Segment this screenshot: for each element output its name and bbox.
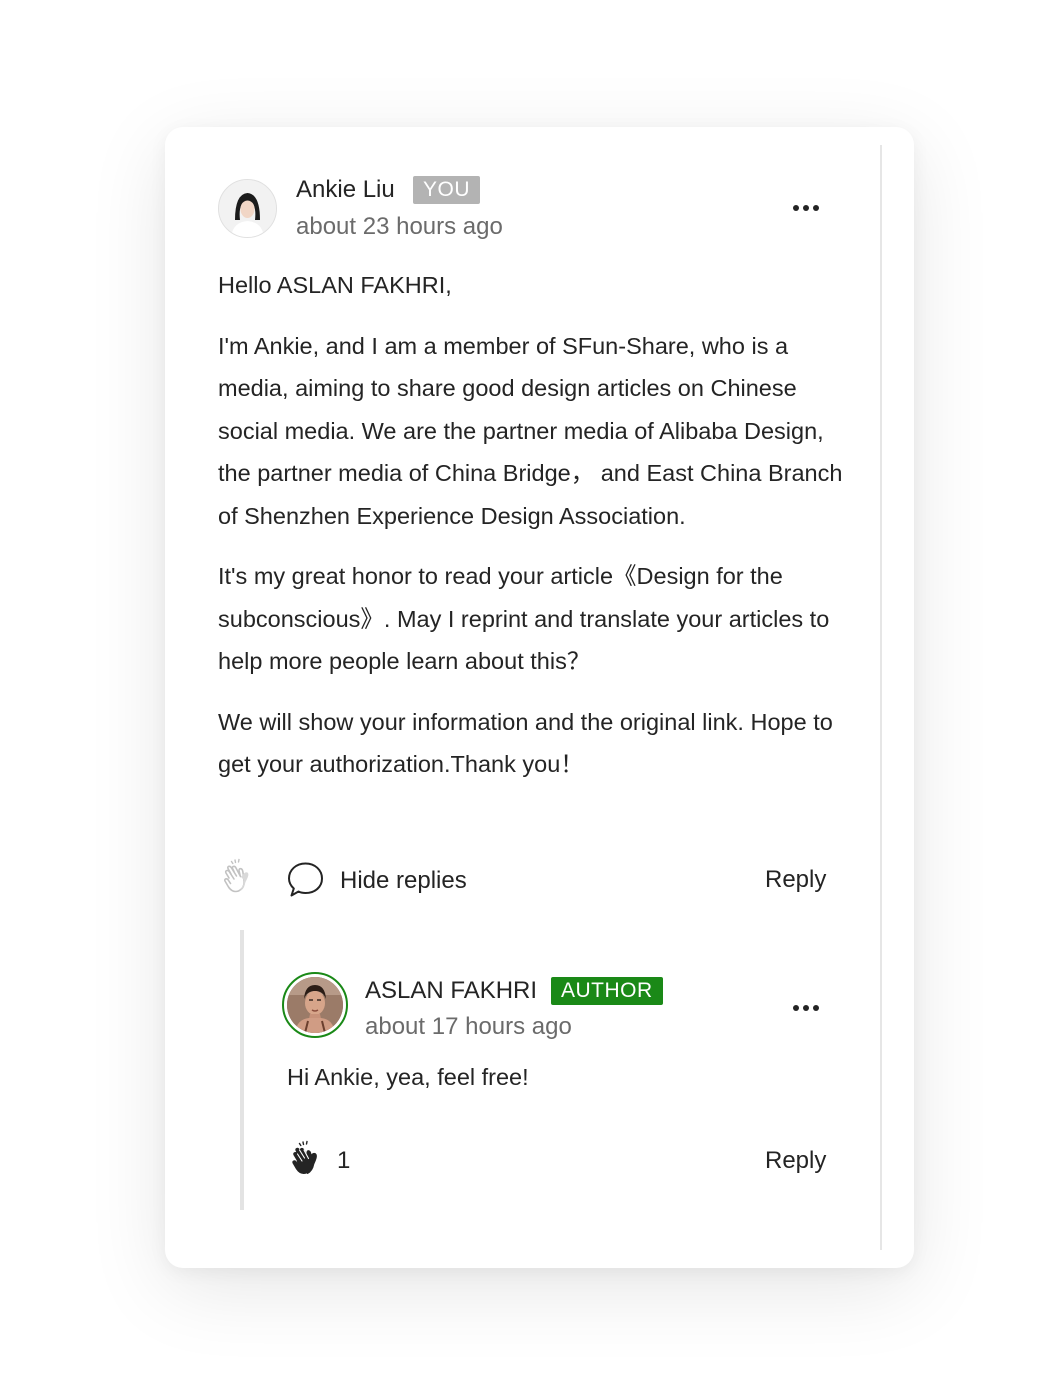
more-dot-icon	[813, 1005, 819, 1011]
reply-body: Hi Ankie, yea, feel free!	[287, 1064, 529, 1090]
comment-paragraph: Hello ASLAN FAKHRI,	[218, 272, 452, 298]
reply-author-name[interactable]: ASLAN FAKHRI	[365, 977, 537, 1005]
clap-filled-icon	[292, 1140, 317, 1174]
more-dot-icon	[803, 1005, 809, 1011]
comment-body: Hello ASLAN FAKHRI, I'm Ankie, and I am …	[218, 264, 858, 804]
reply-clap-count: 1	[337, 1147, 351, 1174]
more-dot-icon	[793, 205, 799, 211]
comment-paragraph: We will show your information and the or…	[218, 708, 833, 778]
responses-button[interactable]	[287, 861, 325, 899]
comment-timestamp[interactable]: about 23 hours ago	[296, 213, 503, 241]
you-badge: YOU	[413, 176, 481, 204]
hide-replies-button[interactable]: Hide replies	[340, 867, 467, 895]
reply-thread-line	[240, 930, 244, 1210]
clap-button[interactable]	[220, 858, 258, 896]
reply-reply-button[interactable]: Reply	[765, 1147, 826, 1175]
avatar-aslan[interactable]	[287, 977, 343, 1033]
avatar-image	[287, 977, 343, 1033]
comment-paragraph: It's my great honor to read your article…	[218, 563, 830, 674]
avatar-image	[219, 180, 276, 237]
more-dot-icon	[803, 205, 809, 211]
comment-card: Ankie Liu YOU about 23 hours ago Hello A…	[165, 127, 914, 1268]
reply-clap-button[interactable]	[288, 1140, 326, 1178]
reply-timestamp[interactable]: about 17 hours ago	[365, 1013, 572, 1041]
comment-reply-button[interactable]: Reply	[765, 866, 826, 894]
clap-outline-icon	[224, 858, 249, 893]
scrollbar[interactable]	[880, 145, 882, 1250]
more-dot-icon	[813, 205, 819, 211]
comment-author-name[interactable]: Ankie Liu	[296, 176, 395, 204]
comment-more-button[interactable]	[786, 198, 826, 218]
more-dot-icon	[793, 1005, 799, 1011]
avatar-ankie[interactable]	[218, 179, 277, 238]
reply-more-button[interactable]	[786, 998, 826, 1018]
author-badge: AUTHOR	[551, 977, 663, 1005]
comment-paragraph: I'm Ankie, and I am a member of SFun-Sha…	[218, 332, 843, 529]
speech-bubble-icon	[288, 862, 323, 897]
